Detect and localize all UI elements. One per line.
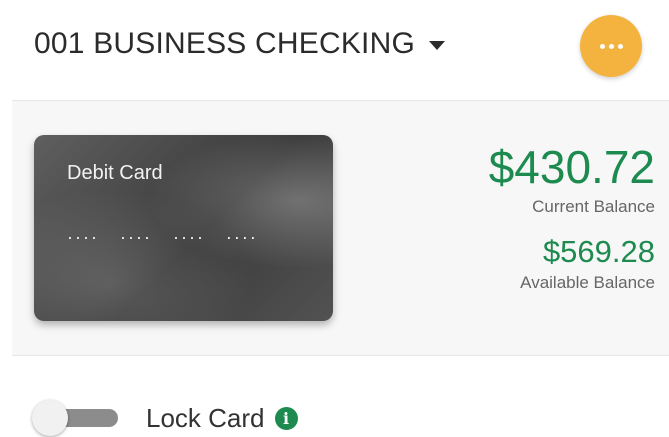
card-number-mask: ···· ···· ···· ····: [67, 227, 258, 247]
account-name: 001 BUSINESS CHECKING: [34, 27, 415, 60]
more-options-button[interactable]: [580, 15, 642, 77]
info-icon[interactable]: i: [274, 406, 298, 430]
lock-card-label: Lock Card: [146, 402, 265, 433]
balances: $430.72 Current Balance $569.28 Availabl…: [489, 141, 655, 293]
lock-card-toggle[interactable]: [32, 400, 118, 436]
toggle-thumb[interactable]: [32, 400, 68, 436]
available-balance-label: Available Balance: [520, 273, 655, 292]
account-summary-panel: Debit Card ···· ···· ···· ···· $430.72 C…: [12, 100, 669, 356]
account-page: 001 BUSINESS CHECKING Debit Card ···· ··…: [0, 0, 669, 437]
caret-down-icon: [429, 40, 445, 50]
more-horizontal-icon: [599, 43, 623, 49]
account-dropdown[interactable]: 001 BUSINESS CHECKING: [34, 24, 445, 64]
lock-card-row: Lock Card i: [32, 400, 298, 436]
available-balance-value: $569.28: [542, 234, 655, 269]
card-type-label: Debit Card: [67, 162, 163, 184]
debit-card-image[interactable]: Debit Card ···· ···· ···· ····: [34, 135, 333, 321]
current-balance-value: $430.72: [488, 141, 655, 193]
current-balance-label: Current Balance: [532, 197, 655, 216]
account-header: 001 BUSINESS CHECKING: [0, 0, 669, 100]
